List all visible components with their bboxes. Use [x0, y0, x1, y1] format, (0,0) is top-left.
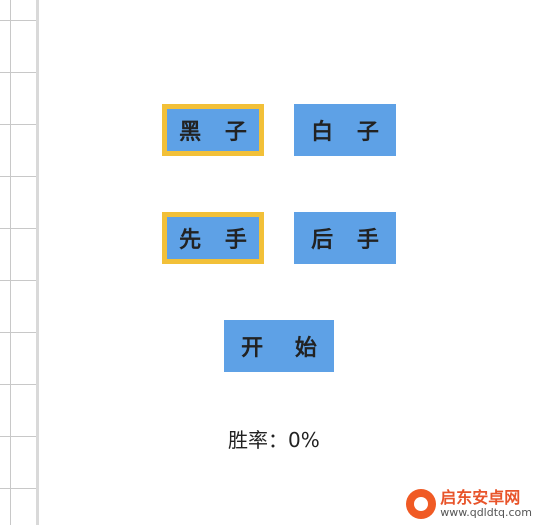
- board-grid-line: [0, 488, 36, 489]
- watermark-text: 启东安卓网 www.qdldtq.com: [440, 489, 532, 519]
- game-panel: 黑 子 白 子 先 手 后 手 开 始 胜率：0% 启东安卓网 www.qdld…: [0, 0, 540, 525]
- move-second-label: 后 手: [311, 228, 387, 253]
- board-grid-line: [0, 124, 36, 125]
- watermark: 启东安卓网 www.qdldtq.com: [406, 489, 532, 519]
- board-grid-line: [0, 384, 36, 385]
- start-label: 开 始: [241, 336, 329, 361]
- watermark-logo-icon: [406, 489, 437, 519]
- board-grid-line: [10, 0, 11, 525]
- watermark-title: 启东安卓网: [440, 488, 521, 508]
- white-piece-button[interactable]: 白 子: [294, 104, 396, 156]
- board-grid-line: [0, 280, 36, 281]
- white-piece-label: 白 子: [311, 120, 387, 145]
- black-piece-label: 黑 子: [179, 120, 255, 145]
- board-grid-line: [0, 436, 36, 437]
- board-grid-line: [0, 332, 36, 333]
- board-grid-line: [0, 72, 36, 73]
- board-grid-line: [0, 176, 36, 177]
- move-first-button[interactable]: 先 手: [162, 212, 264, 264]
- board-grid-line: [0, 228, 36, 229]
- move-first-label: 先 手: [179, 228, 255, 253]
- black-piece-button[interactable]: 黑 子: [162, 104, 264, 156]
- start-button[interactable]: 开 始: [224, 320, 334, 372]
- board-grid-line: [0, 20, 36, 21]
- board-edge: [0, 0, 39, 525]
- watermark-url: www.qdldtq.com: [440, 505, 532, 519]
- win-rate-text: 胜率：0%: [228, 428, 320, 452]
- move-second-button[interactable]: 后 手: [294, 212, 396, 264]
